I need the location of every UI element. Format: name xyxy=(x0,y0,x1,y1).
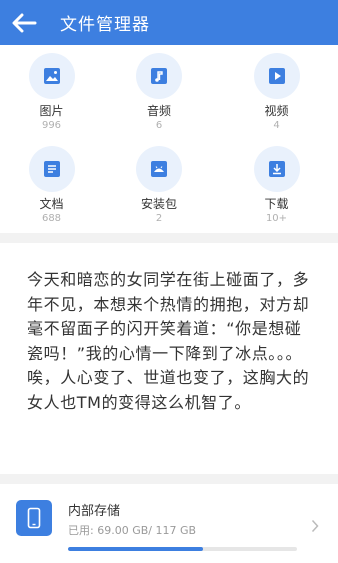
storage-progress-bar xyxy=(68,547,297,551)
document-icon xyxy=(28,146,75,192)
category-count: 996 xyxy=(41,120,62,131)
internal-storage-item[interactable]: 内部存储 已用: 69.00 GB/ 117 GB xyxy=(0,488,338,563)
category-label: 文档 xyxy=(39,197,64,211)
music-icon xyxy=(136,53,182,99)
phone-icon xyxy=(16,500,52,536)
section-divider xyxy=(0,474,338,484)
download-icon xyxy=(253,146,300,192)
storage-name: 内部存储 xyxy=(68,504,121,519)
video-icon xyxy=(253,53,300,99)
article-text: 今天和暗恋的女同学在街上碰面了，多年不见，本想来个热情的拥抱，对方却毫不留面子的… xyxy=(27,270,310,412)
image-icon xyxy=(28,53,75,99)
back-button[interactable] xyxy=(2,0,46,45)
storage-used-text: 已用: 69.00 GB/ 117 GB xyxy=(68,524,197,537)
chevron-right-icon xyxy=(311,519,319,533)
category-count: 10+ xyxy=(265,213,288,224)
category-count: 4 xyxy=(273,120,280,131)
category-packages[interactable]: 安装包 2 xyxy=(103,138,215,233)
category-label: 音频 xyxy=(146,104,171,118)
arrow-left-icon xyxy=(12,13,37,32)
category-video[interactable]: 视频 4 xyxy=(215,45,338,138)
category-downloads[interactable]: 下载 10+ xyxy=(215,138,338,233)
category-images[interactable]: 图片 996 xyxy=(0,45,103,138)
storage-progress-fill xyxy=(68,547,204,551)
category-count: 6 xyxy=(155,120,163,131)
category-grid: 图片 996 音频 6 视频 4 文档 688 安装包 2 下载 10+ xyxy=(0,45,338,233)
category-documents[interactable]: 文档 688 xyxy=(0,138,103,233)
category-label: 图片 xyxy=(39,104,64,118)
package-icon xyxy=(136,146,182,192)
category-count: 2 xyxy=(155,213,163,224)
category-audio[interactable]: 音频 6 xyxy=(103,45,215,138)
category-label: 安装包 xyxy=(140,197,177,211)
section-divider xyxy=(0,233,338,243)
app-header: 文件管理器 xyxy=(0,0,338,45)
category-label: 视频 xyxy=(264,104,289,118)
category-count: 688 xyxy=(41,213,62,224)
page-title: 文件管理器 xyxy=(60,15,150,35)
category-label: 下载 xyxy=(264,197,289,211)
